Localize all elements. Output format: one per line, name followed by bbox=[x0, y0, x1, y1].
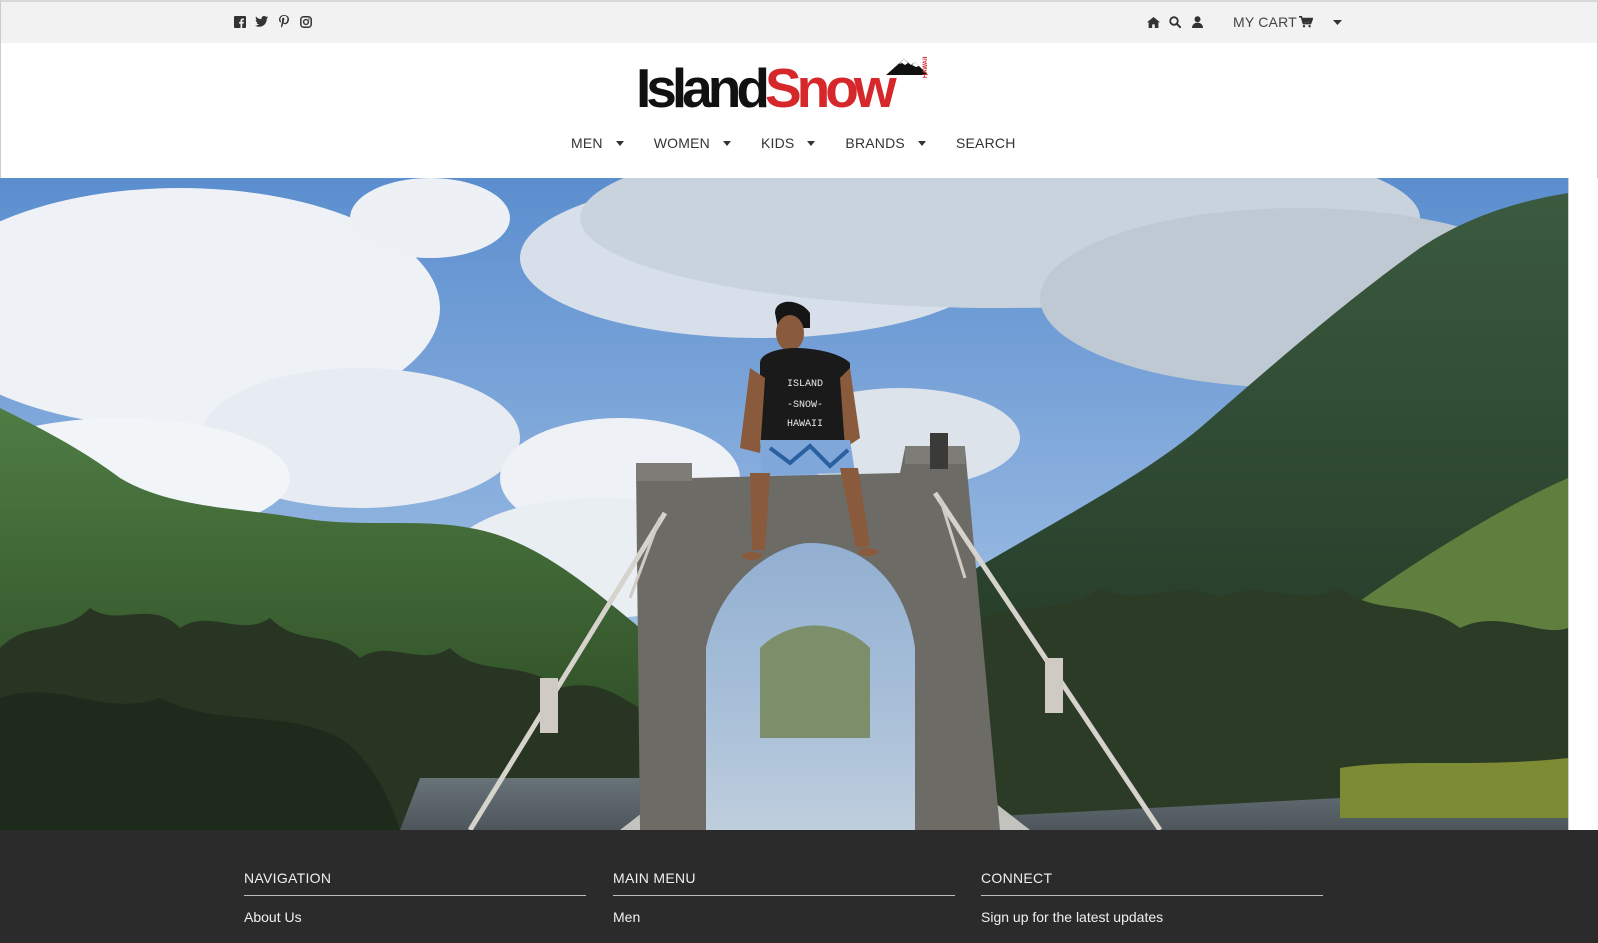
pinterest-icon[interactable] bbox=[277, 15, 290, 28]
nav-item-men[interactable]: MEN bbox=[571, 135, 624, 151]
social-links bbox=[233, 15, 312, 28]
shirt-text-line-1: ISLAND bbox=[787, 379, 823, 390]
utility-nav: MY CART bbox=[1146, 14, 1342, 30]
logo-word-island: Island bbox=[636, 57, 770, 119]
footer-heading-main-menu: MAIN MENU bbox=[613, 870, 955, 896]
nav-item-search[interactable]: SEARCH bbox=[956, 135, 1016, 151]
shopping-cart-icon bbox=[1298, 15, 1313, 29]
home-icon[interactable] bbox=[1146, 15, 1160, 29]
footer-link-men[interactable]: Men bbox=[613, 909, 955, 925]
logo-word-snow: Snow bbox=[764, 57, 897, 119]
caret-down-icon bbox=[917, 140, 926, 146]
nav-label-kids: KIDS bbox=[760, 135, 795, 151]
caret-down-icon bbox=[615, 140, 624, 146]
nav-item-kids[interactable]: KIDS bbox=[760, 135, 816, 151]
cart-label: MY CART bbox=[1233, 14, 1297, 30]
logo-hawaii-tag: HAWAII bbox=[923, 56, 929, 78]
shirt-text-line-2: -SNOW- bbox=[787, 400, 823, 411]
my-cart-button[interactable]: MY CART bbox=[1233, 14, 1313, 30]
logo-wordmark: IslandSnow bbox=[636, 57, 897, 119]
footer-column-navigation: NAVIGATION About Us bbox=[244, 870, 586, 925]
cart-dropdown-caret-icon[interactable] bbox=[1332, 19, 1342, 25]
hero-right-margin bbox=[1568, 178, 1598, 830]
top-utility-bar: MY CART bbox=[0, 0, 1598, 43]
nav-label-brands: BRANDS bbox=[845, 135, 905, 151]
footer-heading-navigation: NAVIGATION bbox=[244, 870, 586, 896]
twitter-icon[interactable] bbox=[255, 15, 268, 28]
nav-label-women: WOMEN bbox=[653, 135, 710, 151]
footer-column-main-menu: MAIN MENU Men bbox=[613, 870, 955, 925]
caret-down-icon bbox=[722, 140, 731, 146]
site-footer: NAVIGATION About Us MAIN MENU Men CONNEC… bbox=[0, 830, 1598, 943]
nav-item-women[interactable]: WOMEN bbox=[654, 135, 731, 151]
user-icon[interactable] bbox=[1190, 15, 1204, 29]
instagram-icon[interactable] bbox=[299, 15, 312, 28]
shirt-text-line-3: HAWAII bbox=[787, 419, 823, 430]
facebook-icon[interactable] bbox=[233, 15, 246, 28]
main-navigation: MEN WOMEN KIDS BRANDS SEARCH bbox=[571, 135, 1016, 151]
footer-heading-connect: CONNECT bbox=[981, 870, 1323, 896]
nav-label-search: SEARCH bbox=[955, 135, 1016, 151]
caret-down-icon bbox=[807, 140, 816, 146]
footer-link-newsletter-signup[interactable]: Sign up for the latest updates bbox=[981, 909, 1323, 925]
hero-photo-suspension-bridge: ISLAND -SNOW- HAWAII bbox=[0, 178, 1568, 830]
nav-label-men: MEN bbox=[571, 135, 603, 151]
footer-link-about-us[interactable]: About Us bbox=[244, 909, 586, 925]
hero-banner-image[interactable]: ISLAND -SNOW- HAWAII bbox=[0, 178, 1568, 830]
search-icon[interactable] bbox=[1168, 15, 1182, 29]
site-header: IslandSnow HAWAII MEN WOMEN KIDS BRANDS … bbox=[0, 43, 1598, 181]
nav-item-brands[interactable]: BRANDS bbox=[845, 135, 926, 151]
footer-column-connect: CONNECT Sign up for the latest updates bbox=[981, 870, 1323, 925]
island-snow-logo[interactable]: IslandSnow HAWAII bbox=[636, 56, 936, 119]
